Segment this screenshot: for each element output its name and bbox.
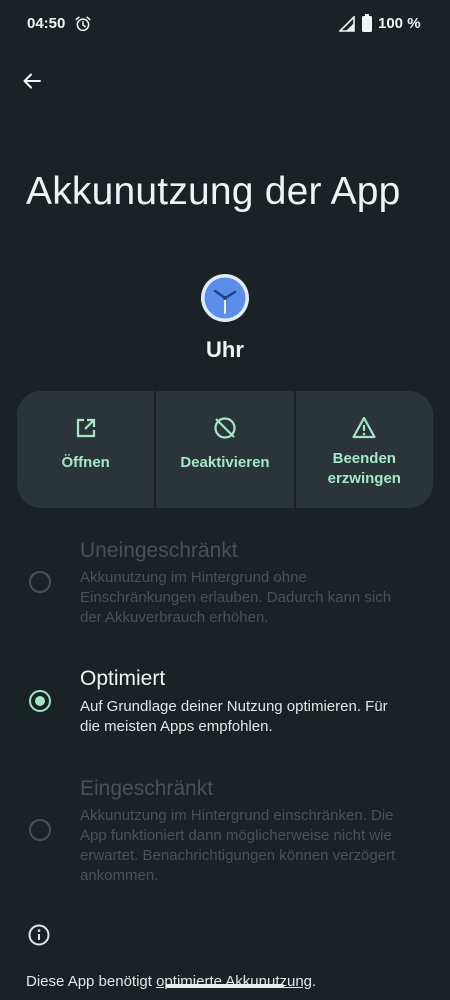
option-restricted[interactable]: Eingeschränkt Akkunutzung im Hintergrund… (0, 775, 450, 890)
force-stop-button[interactable]: Beenden erzwingen (293, 391, 433, 508)
option-unrestricted[interactable]: Uneingeschränkt Akkunutzung im Hintergru… (0, 536, 450, 636)
option-title: Optimiert (80, 667, 166, 690)
disable-label: Deaktivieren (180, 454, 270, 471)
open-button[interactable]: Öffnen (17, 391, 154, 508)
signal-icon (339, 16, 355, 32)
radio-optimized[interactable] (29, 690, 51, 712)
alarm-clock-icon (75, 16, 91, 32)
option-title: Uneingeschränkt (80, 539, 238, 562)
status-time: 04:50 (27, 15, 66, 32)
back-button[interactable] (14, 63, 50, 99)
app-name: Uhr (206, 337, 244, 362)
option-description: Akkunutzung im Hintergrund ohne Einschrä… (80, 569, 392, 626)
disable-icon (214, 417, 236, 439)
disable-button[interactable]: Deaktivieren (154, 391, 293, 508)
option-title: Eingeschränkt (80, 777, 214, 800)
open-label: Öffnen (61, 454, 110, 471)
open-external-icon (76, 418, 95, 438)
battery-percentage: 100 % (378, 15, 421, 32)
arrow-back-icon (23, 73, 41, 89)
footer-suffix: . (312, 973, 317, 990)
warning-icon (352, 416, 376, 439)
status-bar: 04:50 100 % (0, 0, 450, 48)
page-title: Akkunutzung der App (26, 170, 401, 213)
radio-restricted[interactable] (29, 819, 51, 841)
footer-prefix: Diese App benötigt (26, 973, 157, 990)
option-optimized[interactable]: Optimiert Auf Grundlage deiner Nutzung o… (0, 665, 450, 745)
option-description: Akkunutzung im Hintergrund einschränken.… (80, 807, 396, 884)
action-bar: Öffnen Deaktivieren Beenden erzwingen (17, 391, 433, 508)
option-description: Auf Grundlage deiner Nutzung optimieren.… (80, 698, 388, 735)
clock-app-icon (201, 274, 249, 322)
gesture-nav-handle[interactable] (166, 984, 284, 988)
radio-unrestricted[interactable] (29, 571, 51, 593)
force-stop-label: Beenden erzwingen (327, 450, 401, 487)
battery-icon (362, 14, 372, 32)
info-icon (28, 924, 50, 946)
